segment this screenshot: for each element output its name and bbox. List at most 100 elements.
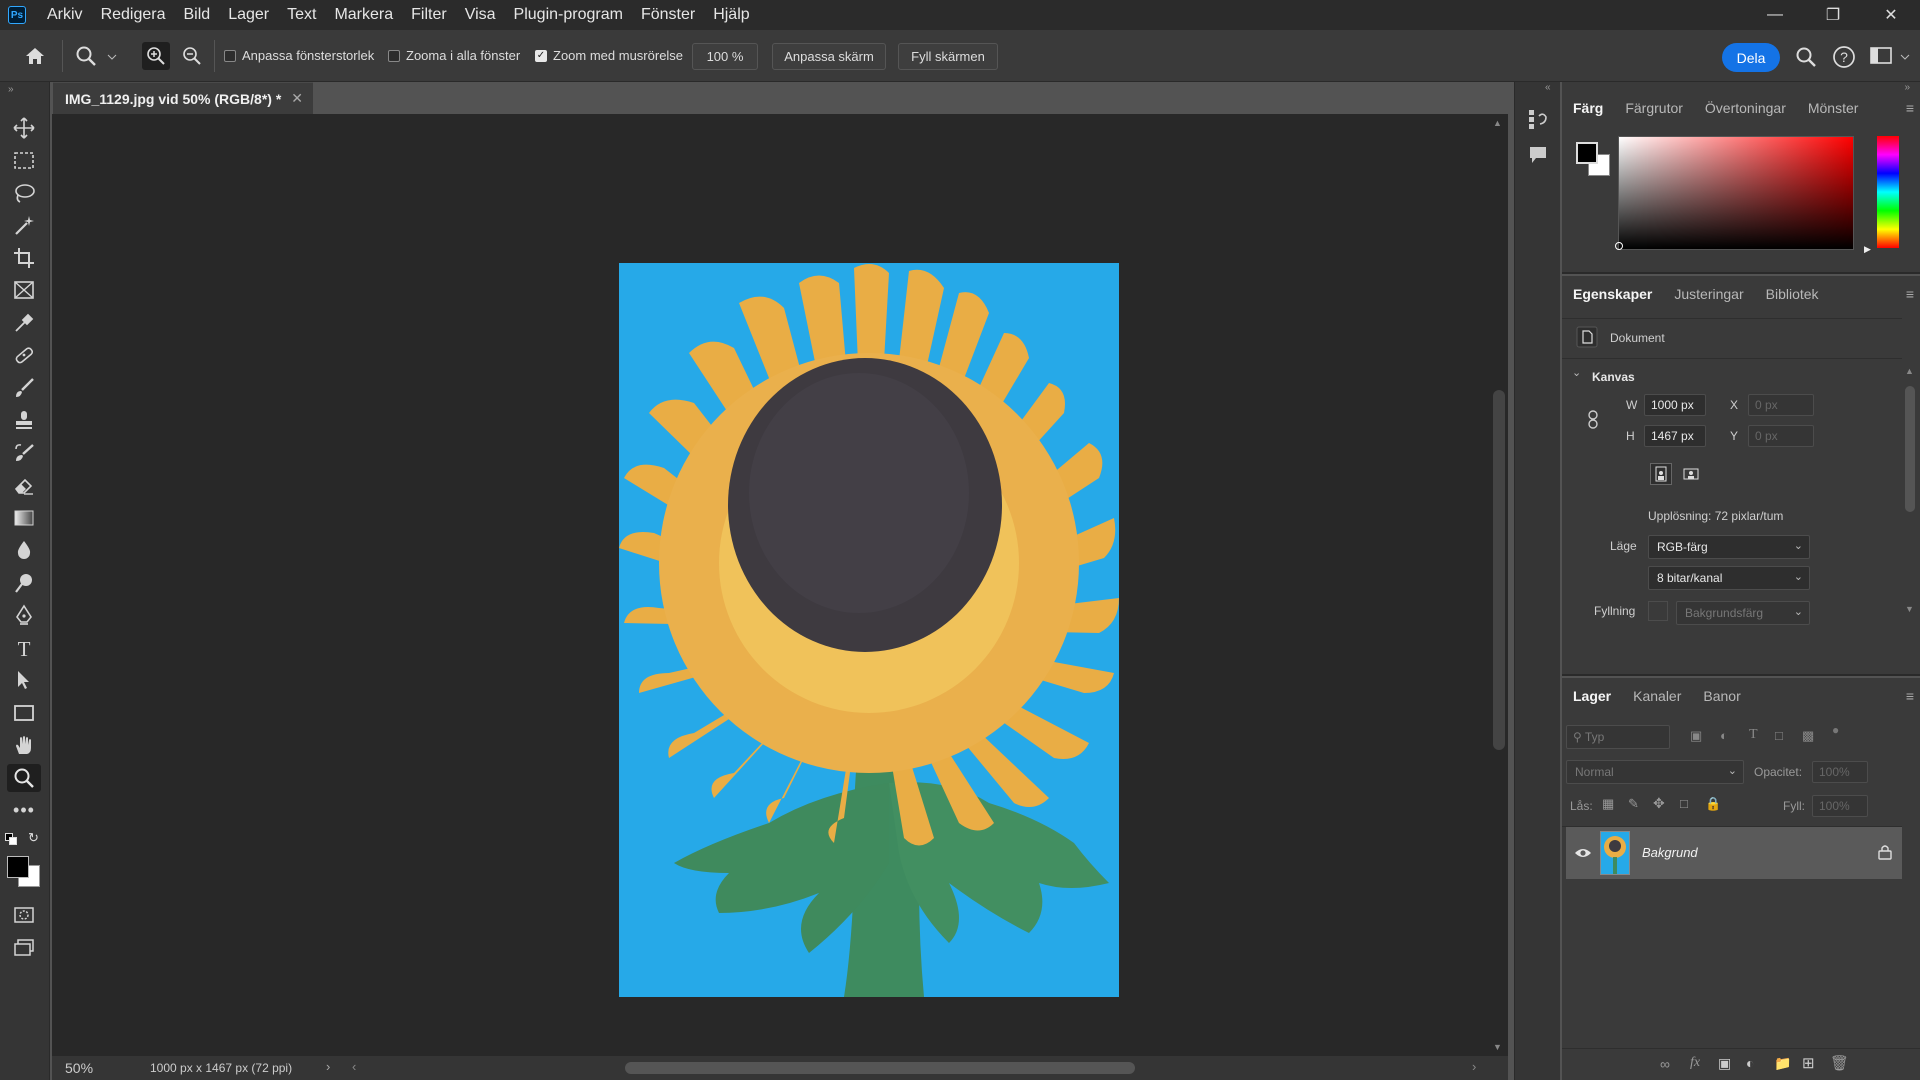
menu-fonster[interactable]: Fönster (632, 0, 704, 30)
stamp-tool[interactable] (7, 406, 41, 434)
canvas-area[interactable] (52, 114, 1490, 1056)
document-tab[interactable]: IMG_1129.jpg vid 50% (RGB/8*) * ✕ (53, 82, 313, 114)
chevron-down-icon[interactable]: ⌄ (1572, 366, 1581, 379)
menu-markera[interactable]: Markera (325, 0, 402, 30)
horizontal-scroll-thumb[interactable] (625, 1062, 1135, 1074)
y-field[interactable]: 0 px (1748, 425, 1814, 447)
scroll-down-icon[interactable]: ▼ (1905, 604, 1914, 614)
move-tool[interactable] (7, 114, 41, 142)
lock-pixels-icon[interactable]: ✎ (1628, 796, 1639, 812)
default-colors-icon[interactable] (5, 833, 17, 845)
lock-transparent-icon[interactable]: ▦ (1602, 796, 1614, 812)
frame-tool[interactable] (7, 276, 41, 304)
zoom-level[interactable]: 50% (65, 1060, 93, 1076)
scroll-up-icon[interactable]: ▲ (1493, 118, 1502, 128)
lock-all-icon[interactable]: 🔒 (1705, 796, 1721, 812)
restore-icon[interactable]: ❐ (1804, 0, 1862, 30)
trash-icon[interactable]: 🗑 (1830, 1054, 1849, 1072)
zoom-value-field[interactable]: 100 % (692, 43, 758, 70)
fill-select[interactable]: Bakgrundsfärg ⌄ (1676, 601, 1810, 625)
menu-redigera[interactable]: Redigera (92, 0, 175, 30)
fit-screen-button[interactable]: Anpassa skärm (772, 43, 886, 70)
menu-text[interactable]: Text (278, 0, 325, 30)
eraser-tool[interactable] (7, 471, 41, 499)
hue-slider[interactable] (1877, 136, 1899, 248)
saturation-field[interactable] (1618, 136, 1854, 250)
menu-lager[interactable]: Lager (219, 0, 278, 30)
panel-menu-icon[interactable]: ≡ (1906, 100, 1914, 116)
lasso-tool[interactable] (7, 179, 41, 207)
share-button[interactable]: Dela (1722, 43, 1780, 72)
collapse-icon[interactable]: « (1545, 82, 1551, 93)
panel-menu-icon[interactable]: ≡ (1906, 688, 1914, 704)
tab-kanaler[interactable]: Kanaler (1622, 688, 1692, 704)
screen-mode-button[interactable] (7, 934, 41, 962)
filter-type-icon[interactable]: T (1749, 727, 1758, 743)
comments-icon[interactable] (1527, 144, 1549, 166)
new-group-icon[interactable]: 📁 (1774, 1055, 1791, 1072)
add-mask-icon[interactable]: ▣ (1718, 1055, 1731, 1072)
filter-smart-object-icon[interactable]: ▩ (1802, 728, 1814, 744)
menu-bild[interactable]: Bild (175, 0, 220, 30)
minimize-icon[interactable]: — (1746, 0, 1804, 30)
filter-pixel-icon[interactable]: ▣ (1690, 728, 1702, 744)
zoom-out-icon[interactable] (178, 42, 206, 70)
healing-brush-tool[interactable] (7, 341, 41, 369)
chevron-down-icon[interactable] (1900, 54, 1910, 60)
lock-artboard-icon[interactable]: □ (1680, 796, 1688, 811)
panel-menu-icon[interactable]: ≡ (1906, 286, 1914, 302)
canvas-section-title[interactable]: Kanvas (1592, 370, 1635, 384)
swap-colors-icon[interactable]: ↻ (28, 830, 39, 846)
menu-filter[interactable]: Filter (402, 0, 456, 30)
quick-mask-button[interactable] (7, 901, 41, 929)
landscape-orientation-button[interactable] (1680, 463, 1702, 485)
bit-depth-select[interactable]: 8 bitar/kanal ⌄ (1648, 566, 1810, 590)
layer-filter-search[interactable]: ⚲ Typ (1566, 725, 1670, 749)
type-tool[interactable]: T (7, 634, 41, 662)
tab-justeringar[interactable]: Justeringar (1663, 286, 1754, 302)
width-field[interactable]: 1000 px (1644, 394, 1706, 416)
close-tab-icon[interactable]: ✕ (291, 90, 303, 107)
fit-window-checkbox[interactable]: Anpassa fönsterstorlek (224, 48, 374, 63)
document-info[interactable]: 1000 px x 1467 px (72 ppi) (150, 1061, 292, 1075)
fill-field[interactable]: 100% (1812, 795, 1868, 817)
filter-toggle-icon[interactable]: ● (1832, 723, 1839, 737)
path-selection-tool[interactable] (7, 666, 41, 694)
rectangle-tool[interactable] (7, 699, 41, 727)
chevron-right-icon[interactable]: › (326, 1059, 330, 1074)
brush-tool[interactable] (7, 374, 41, 402)
layer-name[interactable]: Bakgrund (1642, 845, 1698, 860)
filter-adjustment-icon[interactable]: ◐ (1720, 728, 1728, 743)
color-swatches[interactable] (1576, 142, 1610, 178)
menu-plugin[interactable]: Plugin-program (505, 0, 632, 30)
layer-row[interactable]: Bakgrund (1566, 827, 1902, 879)
filter-shape-icon[interactable]: □ (1775, 728, 1783, 743)
menu-arkiv[interactable]: Arkiv (38, 0, 92, 30)
eyedropper-tool[interactable] (7, 309, 41, 337)
tab-bibliotek[interactable]: Bibliotek (1755, 286, 1830, 302)
link-icon[interactable] (1586, 410, 1600, 430)
tab-egenskaper[interactable]: Egenskaper (1562, 286, 1663, 302)
scroll-left-icon[interactable]: ‹ (352, 1059, 356, 1074)
hand-tool[interactable] (7, 731, 41, 759)
collapse-panel-icon[interactable]: » (8, 84, 14, 95)
opacity-field[interactable]: 100% (1812, 761, 1868, 783)
new-layer-icon[interactable]: ⊞ (1802, 1054, 1815, 1072)
tab-fargrutor[interactable]: Färgrutor (1614, 100, 1694, 116)
more-tools-button[interactable]: ••• (7, 796, 41, 824)
search-icon[interactable] (1795, 46, 1817, 68)
foreground-color-swatch[interactable] (1576, 142, 1598, 164)
scroll-up-icon[interactable]: ▲ (1905, 366, 1914, 376)
foreground-color-swatch[interactable] (7, 856, 29, 878)
tab-lager[interactable]: Lager (1562, 688, 1622, 704)
close-icon[interactable]: ✕ (1862, 0, 1920, 30)
zoom-all-checkbox[interactable]: Zooma i alla fönster (388, 48, 520, 63)
height-field[interactable]: 1467 px (1644, 425, 1706, 447)
scroll-down-icon[interactable]: ▼ (1493, 1042, 1502, 1052)
help-icon[interactable]: ? (1832, 45, 1856, 69)
blur-tool[interactable] (7, 536, 41, 564)
history-brush-tool[interactable] (7, 439, 41, 467)
portrait-orientation-button[interactable] (1650, 463, 1672, 485)
hue-slider-handle[interactable]: ▶ (1864, 244, 1871, 255)
fill-color-swatch[interactable] (1648, 601, 1668, 621)
